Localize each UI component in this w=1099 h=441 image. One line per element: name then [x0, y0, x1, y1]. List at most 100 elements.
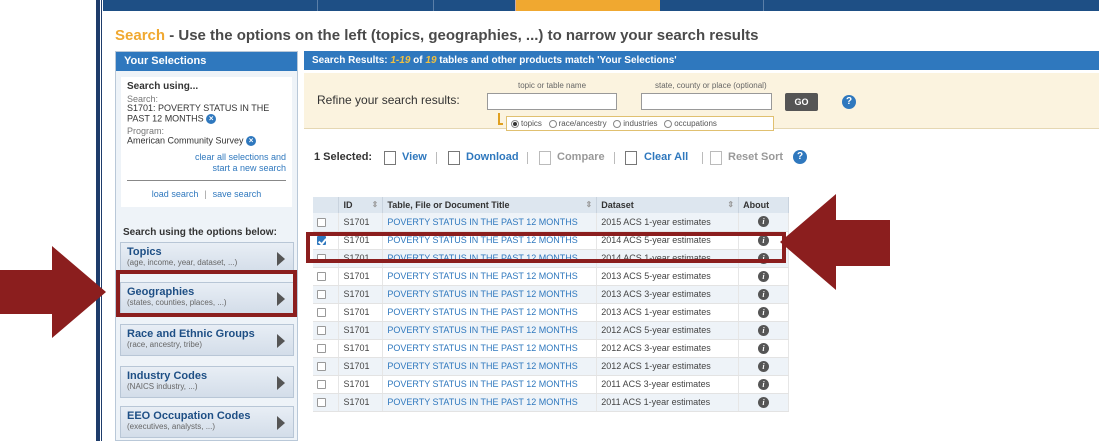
row-about[interactable]: i — [738, 375, 789, 394]
results-prefix: Search Results: — [312, 55, 391, 66]
results-suffix: tables and other products match 'Your Se… — [436, 55, 677, 66]
row-title-link[interactable]: POVERTY STATUS IN THE PAST 12 MONTHS — [382, 285, 598, 304]
row-dataset: 2013 ACS 3-year estimates — [596, 285, 740, 304]
radio-occupations[interactable] — [664, 119, 673, 128]
view-button[interactable]: View — [402, 151, 427, 163]
row-checkbox[interactable] — [317, 362, 326, 372]
row-checkbox-cell[interactable] — [313, 303, 340, 322]
info-icon[interactable]: i — [758, 396, 770, 408]
reset-sort-button[interactable]: Reset Sort — [728, 151, 783, 163]
table-row[interactable]: S1701 POVERTY STATUS IN THE PAST 12 MONTH… — [313, 393, 789, 412]
row-checkbox-cell[interactable] — [313, 285, 340, 304]
row-title-link[interactable]: POVERTY STATUS IN THE PAST 12 MONTHS — [382, 375, 598, 394]
row-title-link[interactable]: POVERTY STATUS IN THE PAST 12 MONTHS — [382, 357, 598, 376]
row-dataset: 2015 ACS 1-year estimates — [596, 213, 740, 232]
option-title: Topics — [127, 246, 162, 258]
download-button[interactable]: Download — [466, 151, 519, 163]
selections-divider — [127, 180, 286, 182]
refine-help-icon[interactable]: ? — [842, 95, 856, 109]
row-title-link[interactable]: POVERTY STATUS IN THE PAST 12 MONTHS — [382, 393, 598, 412]
row-checkbox-cell[interactable] — [313, 357, 340, 376]
search-value-text: S1701: POVERTY STATUS IN THE PAST 12 MON… — [127, 103, 270, 124]
geography-input[interactable] — [641, 93, 772, 110]
header-id[interactable]: ID ⇕ — [338, 197, 384, 213]
row-checkbox[interactable] — [317, 290, 326, 300]
remove-search-icon[interactable]: × — [206, 113, 217, 124]
table-row[interactable]: S1701 POVERTY STATUS IN THE PAST 12 MONTH… — [313, 357, 789, 376]
row-title-link[interactable]: POVERTY STATUS IN THE PAST 12 MONTHS — [382, 267, 598, 286]
clear-selections-link[interactable]: clear all selections and start a new sear… — [127, 152, 286, 174]
table-row[interactable]: S1701 POVERTY STATUS IN THE PAST 12 MONTH… — [313, 285, 789, 304]
clear-all-button[interactable]: Clear All — [644, 151, 688, 163]
row-checkbox[interactable] — [317, 344, 326, 354]
row-id: S1701 — [338, 357, 384, 376]
clear-all-icon — [625, 151, 637, 165]
table-row[interactable]: S1701 POVERTY STATUS IN THE PAST 12 MONTH… — [313, 339, 789, 358]
info-icon[interactable]: i — [758, 216, 770, 228]
go-button[interactable]: GO — [785, 93, 818, 111]
remove-program-icon[interactable]: × — [246, 136, 257, 147]
your-selections-panel: Your Selections Search using... Search: … — [115, 51, 298, 441]
info-icon[interactable]: i — [758, 270, 770, 282]
info-icon[interactable]: i — [758, 288, 770, 300]
table-row[interactable]: S1701 POVERTY STATUS IN THE PAST 12 MONTH… — [313, 267, 789, 286]
row-checkbox-cell[interactable] — [313, 375, 340, 394]
row-checkbox[interactable] — [317, 398, 326, 408]
row-checkbox-cell[interactable] — [313, 267, 340, 286]
toolbar-help-icon[interactable]: ? — [793, 150, 807, 164]
row-checkbox-cell[interactable] — [313, 213, 340, 232]
row-about[interactable]: i — [738, 303, 789, 322]
program-value: American Community Survey × — [127, 136, 286, 147]
row-title-link[interactable]: POVERTY STATUS IN THE PAST 12 MONTHS — [382, 321, 598, 340]
row-title-link[interactable]: POVERTY STATUS IN THE PAST 12 MONTHS — [382, 303, 598, 322]
compare-button[interactable]: Compare — [557, 151, 605, 163]
info-icon[interactable]: i — [758, 360, 770, 372]
row-id: S1701 — [338, 321, 384, 340]
row-about[interactable]: i — [738, 339, 789, 358]
table-row[interactable]: S1701 POVERTY STATUS IN THE PAST 12 MONTH… — [313, 375, 789, 394]
row-checkbox[interactable] — [317, 380, 326, 390]
option-industry-codes[interactable]: Industry Codes (NAICS industry, ...) — [120, 366, 294, 398]
search-type-radios: topics race/ancestry industries occupati… — [506, 116, 774, 131]
header-label: Dataset — [601, 200, 634, 210]
row-checkbox[interactable] — [317, 272, 326, 282]
row-checkbox-cell[interactable] — [313, 321, 340, 340]
info-icon[interactable]: i — [758, 378, 770, 390]
row-title-link[interactable]: POVERTY STATUS IN THE PAST 12 MONTHS — [382, 213, 598, 232]
info-icon[interactable]: i — [758, 306, 770, 318]
option-eeo-codes[interactable]: EEO Occupation Codes (executives, analyst… — [120, 406, 294, 438]
header-title[interactable]: Table, File or Document Title ⇕ — [382, 197, 598, 213]
results-header: Search Results: 1-19 of 19 tables and ot… — [304, 51, 1099, 70]
topic-input[interactable] — [487, 93, 617, 110]
load-search-link[interactable]: load search — [152, 189, 199, 199]
table-row[interactable]: S1701 POVERTY STATUS IN THE PAST 12 MONTH… — [313, 321, 789, 340]
row-about[interactable]: i — [738, 321, 789, 340]
row-title-link[interactable]: POVERTY STATUS IN THE PAST 12 MONTHS — [382, 339, 598, 358]
sort-icon: ⇕ — [371, 200, 379, 209]
header-label: About — [743, 200, 770, 210]
info-icon[interactable]: i — [758, 324, 770, 336]
option-race-ethnic[interactable]: Race and Ethnic Groups (race, ancestry, t… — [120, 324, 294, 356]
topic-hint: topic or table name — [518, 81, 587, 90]
info-icon[interactable]: i — [758, 342, 770, 354]
row-checkbox-cell[interactable] — [313, 393, 340, 412]
row-id: S1701 — [338, 303, 384, 322]
radio-race[interactable] — [548, 119, 557, 128]
table-row[interactable]: S1701 POVERTY STATUS IN THE PAST 12 MONTH… — [313, 213, 789, 232]
save-search-link[interactable]: save search — [213, 189, 262, 199]
radio-topics[interactable] — [511, 119, 519, 128]
row-checkbox[interactable] — [317, 217, 326, 227]
row-about[interactable]: i — [738, 357, 789, 376]
row-about[interactable]: i — [738, 393, 789, 412]
row-checkbox[interactable] — [317, 308, 326, 318]
radio-industries[interactable] — [613, 119, 622, 128]
options-title: Search using the options below: — [123, 227, 277, 238]
header-dataset[interactable]: Dataset ⇕ — [596, 197, 740, 213]
row-dataset: 2011 ACS 1-year estimates — [596, 393, 740, 412]
row-checkbox[interactable] — [317, 326, 326, 336]
nav-active-tab[interactable] — [515, 0, 660, 11]
table-row[interactable]: S1701 POVERTY STATUS IN THE PAST 12 MONTH… — [313, 303, 789, 322]
reset-sort-icon — [710, 151, 722, 165]
row-id: S1701 — [338, 339, 384, 358]
row-checkbox-cell[interactable] — [313, 339, 340, 358]
